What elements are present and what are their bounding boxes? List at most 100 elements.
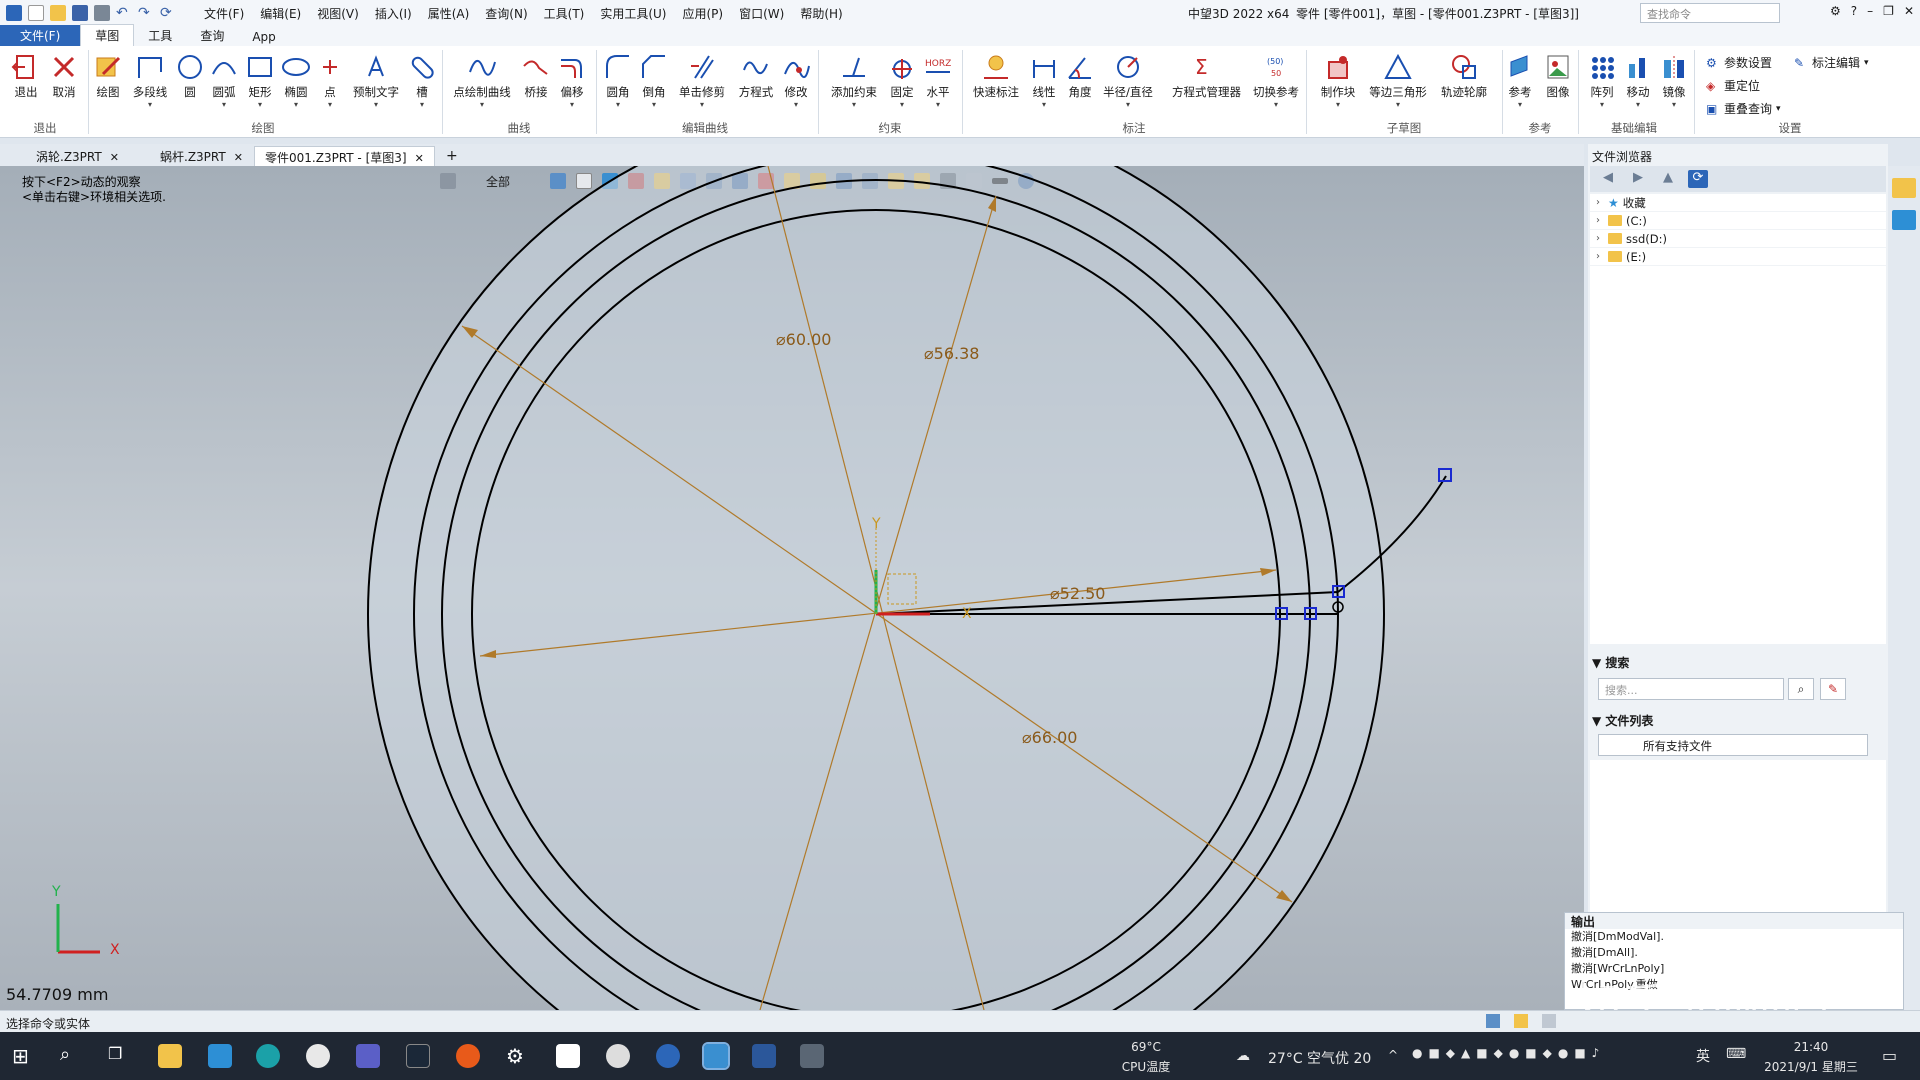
back-icon[interactable]: ◀ bbox=[1598, 170, 1618, 188]
tree-item-favorites[interactable]: › ★ 收藏 bbox=[1590, 194, 1886, 212]
save-icon[interactable] bbox=[72, 5, 88, 21]
search-icon[interactable]: ⌕ bbox=[1788, 678, 1814, 700]
add-constraint-button[interactable]: 添加约束 ▾ bbox=[831, 52, 877, 109]
doc-tab-part001[interactable]: 零件001.Z3PRT - [草图3] ✕ bbox=[254, 146, 435, 166]
search-icon[interactable]: ⌕ bbox=[60, 1044, 84, 1068]
menu-insert[interactable]: 插入(I) bbox=[375, 5, 412, 22]
dimension-label-52[interactable]: ⌀52.50 bbox=[1050, 584, 1105, 603]
dimension-label-66[interactable]: ⌀66.00 bbox=[1022, 728, 1077, 747]
command-search-input[interactable]: 查找命令 bbox=[1640, 3, 1780, 23]
tab-sketch[interactable]: 草图 bbox=[80, 24, 135, 46]
app-orange-icon[interactable] bbox=[456, 1044, 480, 1068]
chevron-right-icon[interactable]: › bbox=[1596, 215, 1608, 226]
dimension-label-60[interactable]: ⌀60.00 bbox=[776, 330, 831, 349]
menu-attribute[interactable]: 属性(A) bbox=[428, 5, 470, 22]
mirror-button[interactable]: 镜像 ▾ bbox=[1654, 52, 1694, 109]
tray-chevron-up-icon[interactable]: ^ bbox=[1388, 1048, 1398, 1062]
equilateral-triangle-button[interactable]: 等边三角形 ▾ bbox=[1369, 52, 1427, 109]
chevron-right-icon[interactable]: › bbox=[1596, 233, 1608, 244]
slot-button[interactable]: 槽 ▾ bbox=[402, 52, 442, 109]
calculator-icon[interactable] bbox=[800, 1044, 824, 1068]
xbox-icon[interactable] bbox=[306, 1044, 330, 1068]
chamfer-button[interactable]: 倒角 ▾ bbox=[634, 52, 674, 109]
tree-item-drive-e[interactable]: › (E:) bbox=[1590, 248, 1886, 266]
close-tab-icon[interactable]: ✕ bbox=[415, 152, 424, 165]
up-folder-icon[interactable]: ▲ bbox=[1658, 170, 1678, 188]
tab-app[interactable]: App bbox=[238, 28, 289, 46]
move-button[interactable]: 移动 ▾ bbox=[1618, 52, 1658, 109]
doc-tab-worm-gear[interactable]: 涡轮.Z3PRT ✕ bbox=[26, 146, 129, 166]
library-panel-icon[interactable] bbox=[1892, 210, 1916, 230]
close-tab-icon[interactable]: ✕ bbox=[234, 151, 243, 164]
overlap-query-button[interactable]: ▣ 重叠查询 ▾ bbox=[1706, 100, 1781, 117]
menu-edit[interactable]: 编辑(E) bbox=[260, 5, 301, 22]
reference-button[interactable]: 参考 ▾ bbox=[1500, 52, 1540, 109]
security-shield-icon[interactable] bbox=[556, 1044, 580, 1068]
menu-tools[interactable]: 工具(T) bbox=[544, 5, 585, 22]
make-block-button[interactable]: 制作块 ▾ bbox=[1318, 52, 1358, 109]
toggle-reference-button[interactable]: (50) 50 切换参考 ▾ bbox=[1253, 52, 1299, 109]
zw3d-app-icon[interactable] bbox=[702, 1042, 730, 1070]
weather-cloud-icon[interactable]: ☁ bbox=[1236, 1048, 1250, 1064]
arc-button[interactable]: 圆弧 ▾ bbox=[204, 52, 244, 109]
trim-button[interactable]: 单击修剪 ▾ bbox=[679, 52, 725, 109]
chevron-right-icon[interactable]: › bbox=[1596, 197, 1608, 208]
offset-button[interactable]: 偏移 ▾ bbox=[552, 52, 592, 109]
folder-panel-icon[interactable] bbox=[1892, 178, 1916, 198]
quick-dimension-button[interactable]: 快速标注 bbox=[973, 52, 1019, 100]
forward-icon[interactable]: ▶ bbox=[1628, 170, 1648, 188]
settings-gear-icon[interactable]: ⚙ bbox=[506, 1044, 530, 1068]
reposition-button[interactable]: ◈ 重定位 bbox=[1706, 77, 1760, 94]
dimension-edit-button[interactable]: ✎ 标注编辑 ▾ bbox=[1794, 54, 1869, 71]
weather-text[interactable]: 27°C 空气优 20 bbox=[1268, 1048, 1371, 1068]
menu-utility[interactable]: 实用工具(U) bbox=[600, 5, 666, 22]
undo-icon[interactable]: ↶ bbox=[116, 5, 132, 21]
display-mode-icon[interactable] bbox=[1514, 1014, 1528, 1028]
menu-query[interactable]: 查询(N) bbox=[485, 5, 527, 22]
system-tray-icons[interactable]: ●■◆▲■◆●■◆●■♪ bbox=[1412, 1046, 1662, 1060]
horizontal-button[interactable]: HORZ 水平 ▾ bbox=[918, 52, 958, 109]
print-icon[interactable] bbox=[94, 5, 110, 21]
close-icon[interactable]: ✕ bbox=[1904, 4, 1914, 18]
open-folder-icon[interactable] bbox=[50, 5, 66, 21]
help-icon[interactable]: ? bbox=[1851, 4, 1857, 18]
menu-apply[interactable]: 应用(P) bbox=[683, 5, 724, 22]
tab-file[interactable]: 文件(F) bbox=[0, 25, 81, 46]
keyboard-icon[interactable]: ⌨ bbox=[1726, 1046, 1746, 1062]
clock-date[interactable]: 2021/9/1 星期三 bbox=[1756, 1058, 1866, 1075]
steam-icon[interactable] bbox=[406, 1044, 430, 1068]
doc-tab-worm[interactable]: 蜗杆.Z3PRT ✕ bbox=[150, 146, 253, 166]
edge-browser-icon[interactable] bbox=[256, 1044, 280, 1068]
polyline-button[interactable]: 多段线 ▾ bbox=[130, 52, 170, 109]
menu-window[interactable]: 窗口(W) bbox=[739, 5, 784, 22]
equation-manager-button[interactable]: Σ 方程式管理器 bbox=[1172, 52, 1241, 100]
clock-time[interactable]: 21:40 bbox=[1756, 1040, 1866, 1054]
fix-button[interactable]: 固定 ▾ bbox=[882, 52, 922, 109]
settings-gear-icon[interactable]: ⚙ bbox=[1830, 4, 1841, 18]
windows-start-icon[interactable]: ⊞ bbox=[12, 1044, 36, 1068]
file-search-input[interactable]: 搜索... bbox=[1598, 678, 1784, 700]
parameter-settings-button[interactable]: ⚙ 参数设置 bbox=[1706, 54, 1772, 71]
minimize-icon[interactable]: – bbox=[1867, 4, 1873, 18]
linear-dimension-button[interactable]: 线性 ▾ bbox=[1024, 52, 1064, 109]
point-curve-button[interactable]: 点绘制曲线 ▾ bbox=[453, 52, 511, 109]
word-icon[interactable] bbox=[752, 1044, 776, 1068]
array-button[interactable]: 阵列 ▾ bbox=[1582, 52, 1622, 109]
tree-item-drive-c[interactable]: › (C:) bbox=[1590, 212, 1886, 230]
dimension-label-56[interactable]: ⌀56.38 bbox=[924, 344, 979, 363]
radius-diameter-button[interactable]: 半径/直径 ▾ bbox=[1103, 52, 1153, 109]
ime-indicator[interactable]: 英 bbox=[1696, 1046, 1710, 1066]
clear-search-icon[interactable]: ✎ bbox=[1820, 678, 1846, 700]
redo-icon[interactable]: ↷ bbox=[138, 5, 154, 21]
notification-icon[interactable]: ▭ bbox=[1882, 1046, 1897, 1065]
menu-help[interactable]: 帮助(H) bbox=[800, 5, 842, 22]
modify-button[interactable]: 修改 ▾ bbox=[776, 52, 816, 109]
close-tab-icon[interactable]: ✕ bbox=[110, 151, 119, 164]
file-list-section-title[interactable]: ▼ 文件列表 bbox=[1592, 712, 1653, 729]
teams-icon[interactable] bbox=[356, 1044, 380, 1068]
refresh-icon[interactable]: ⟳ bbox=[1688, 170, 1708, 188]
file-explorer-icon[interactable] bbox=[158, 1044, 182, 1068]
file-type-filter-select[interactable]: 所有支持文件 bbox=[1598, 734, 1868, 756]
layout-icon[interactable] bbox=[1486, 1014, 1500, 1028]
refresh-icon[interactable]: ⟳ bbox=[160, 5, 176, 21]
